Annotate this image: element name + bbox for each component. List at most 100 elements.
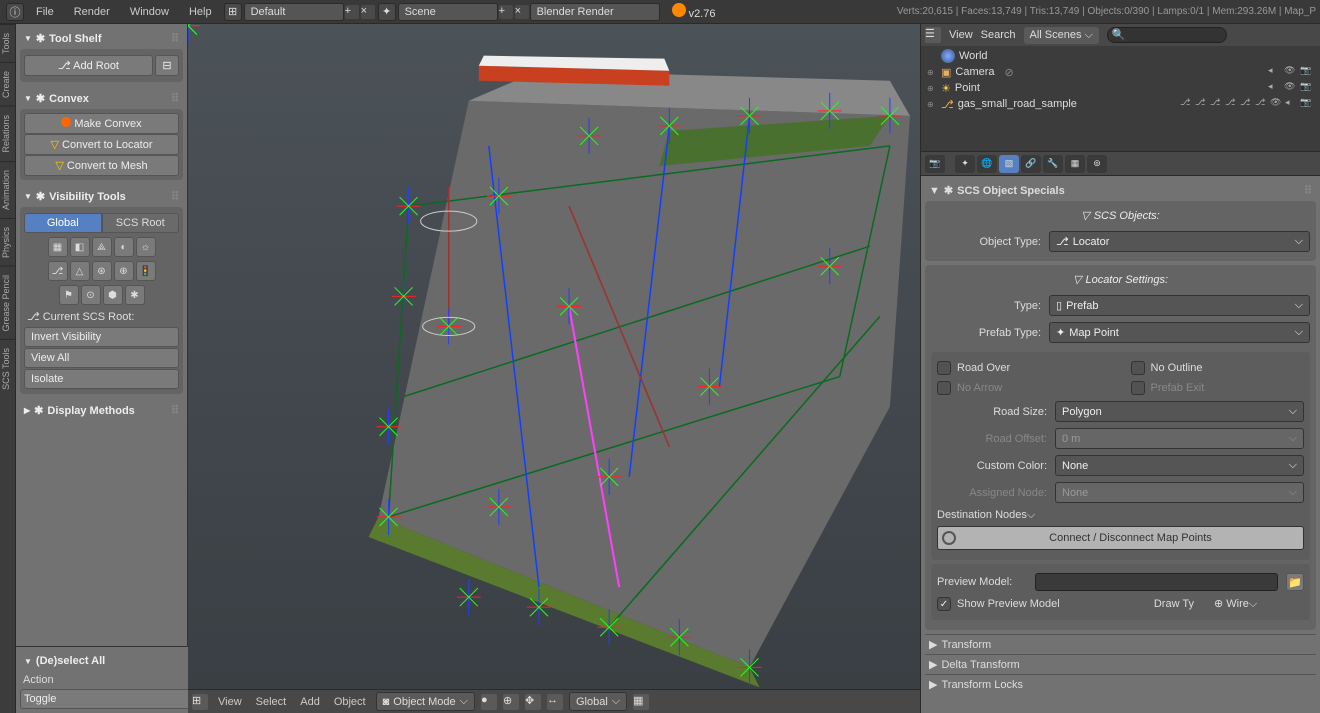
vis-icon-2[interactable]: ◧ (70, 237, 90, 257)
tool-shelf-header[interactable]: ▼✱ Tool Shelf⠿ (20, 28, 183, 49)
outliner-scope-dropdown[interactable]: All Scenes ⌵ (1024, 27, 1099, 44)
manip-icon[interactable]: ✥ (525, 694, 541, 710)
menu-help[interactable]: Help (179, 6, 222, 18)
layout-add[interactable]: + (345, 5, 359, 19)
deselect-header[interactable]: ▼(De)select All (20, 651, 200, 671)
convex-header[interactable]: ▼✱ Convex⠿ (20, 88, 183, 109)
show-preview-checkbox[interactable]: Show Preview Model (937, 597, 1134, 611)
restrict-render-icon[interactable]: 📷 (1300, 81, 1314, 95)
scene-add[interactable]: + (499, 5, 513, 19)
mode-dropdown[interactable]: ◙ Object Mode ⌵ (376, 692, 475, 711)
vtab-create[interactable]: Create (0, 62, 15, 106)
restrict-select-icon[interactable]: ◂ (1285, 97, 1299, 111)
draw-type-dropdown[interactable]: ⊕ Wire⌵ (1214, 597, 1304, 611)
editor-type-icon[interactable]: ⊞ (192, 694, 208, 710)
vis-icon-7[interactable]: △ (70, 261, 90, 281)
vf-object[interactable]: Object (330, 696, 370, 708)
vis-icon-13[interactable]: ⬢ (103, 285, 123, 305)
vis-icon-12[interactable]: ⊙ (81, 285, 101, 305)
delta-transform-section[interactable]: ▶Delta Transform (925, 654, 1316, 674)
layers-icon[interactable]: ▦ (633, 694, 649, 710)
vf-add[interactable]: Add (296, 696, 324, 708)
transform-locks-section[interactable]: ▶Transform Locks (925, 674, 1316, 694)
vis-icon-3[interactable]: ⟁ (92, 237, 112, 257)
ptab-object[interactable]: ▧ (999, 155, 1019, 173)
vtab-tools[interactable]: Tools (0, 24, 15, 62)
restrict-view-icon[interactable]: 👁 (1284, 65, 1298, 79)
tree-gas-sample[interactable]: ⊕⎇gas_small_road_sample⎇⎇⎇⎇⎇⎇👁◂📷 (925, 96, 1316, 112)
vf-view[interactable]: View (214, 696, 246, 708)
vis-global-toggle[interactable]: Global (24, 213, 102, 233)
shading-icon[interactable]: ● (481, 694, 497, 710)
ptab-constraints[interactable]: 🔗 (1021, 155, 1041, 173)
menu-window[interactable]: Window (120, 6, 179, 18)
add-root-button[interactable]: ⎇ Add Root (24, 55, 153, 76)
scs-objects-subheader[interactable]: ▽SCS Objects: (931, 207, 1310, 224)
outliner-view[interactable]: View (949, 29, 973, 41)
restrict-select-icon[interactable]: ◂ (1268, 65, 1282, 79)
vis-scsroot-toggle[interactable]: SCS Root (102, 213, 180, 233)
info-icon[interactable]: ⓘ (6, 3, 24, 21)
no-outline-checkbox[interactable]: No Outline (1131, 361, 1305, 375)
menu-file[interactable]: File (26, 6, 64, 18)
visibility-header[interactable]: ▼✱ Visibility Tools⠿ (20, 186, 183, 207)
scene-del[interactable]: × (515, 5, 529, 19)
road-size-dropdown[interactable]: Polygon⌵ (1055, 401, 1304, 422)
outliner-search-input[interactable]: 🔍 (1107, 27, 1227, 43)
vis-icon-11[interactable]: ⚑ (59, 285, 79, 305)
scs-object-specials-header[interactable]: ▼✱ SCS Object Specials⠿ (925, 180, 1316, 201)
isolate-button[interactable]: Isolate (24, 369, 179, 389)
ptab-world[interactable]: 🌐 (977, 155, 997, 173)
convert-to-mesh-button[interactable]: ▽ Convert to Mesh (24, 155, 179, 176)
prefab-type-dropdown[interactable]: ✦ Map Point⌵ (1049, 322, 1310, 343)
preview-model-input[interactable] (1035, 573, 1278, 591)
vtab-grease-pencil[interactable]: Grease Pencil (0, 266, 15, 340)
manip-t-icon[interactable]: ↔ (547, 694, 563, 710)
road-over-checkbox[interactable]: Road Over (937, 361, 1111, 375)
vtab-animation[interactable]: Animation (0, 161, 15, 218)
ptab-data[interactable]: ▦ (1065, 155, 1085, 173)
transform-section[interactable]: ▶Transform (925, 634, 1316, 654)
vis-icon-9[interactable]: ⊕ (114, 261, 134, 281)
invert-visibility-button[interactable]: Invert Visibility (24, 327, 179, 347)
ptab-render[interactable]: 📷 (925, 155, 945, 173)
restrict-render-icon[interactable]: 📷 (1300, 97, 1314, 111)
3d-viewport[interactable] (188, 24, 920, 689)
display-methods-header[interactable]: ▶✱ Display Methods⠿ (20, 400, 183, 421)
vtab-relations[interactable]: Relations (0, 106, 15, 161)
ptab-physics[interactable]: ⊚ (1087, 155, 1107, 173)
layout-icon[interactable]: ⊞ (224, 3, 242, 21)
orientation-dropdown[interactable]: Global ⌵ (569, 692, 627, 711)
restrict-render-icon[interactable]: 📷 (1300, 65, 1314, 79)
tree-world[interactable]: World (925, 48, 1316, 64)
pivot-icon[interactable]: ⊕ (503, 694, 519, 710)
vis-icon-4[interactable]: ◐ (114, 237, 134, 257)
ptab-scene[interactable]: ✦ (955, 155, 975, 173)
menu-render[interactable]: Render (64, 6, 120, 18)
layout-dropdown[interactable]: Default (244, 3, 344, 21)
vis-icon-1[interactable]: ▦ (48, 237, 68, 257)
restrict-view-icon[interactable]: 👁 (1270, 97, 1284, 111)
view-all-button[interactable]: View All (24, 348, 179, 368)
vis-icon-14[interactable]: ✱ (125, 285, 145, 305)
toggle-action-dropdown[interactable]: Toggle ⌵ (20, 689, 200, 709)
layout-del[interactable]: × (361, 5, 375, 19)
connect-map-points-button[interactable]: Connect / Disconnect Map Points (937, 526, 1304, 550)
vis-icon-5[interactable]: ☼ (136, 237, 156, 257)
vis-icon-10[interactable]: 🚦 (136, 261, 156, 281)
custom-color-dropdown[interactable]: None⌵ (1055, 455, 1304, 476)
vf-select[interactable]: Select (252, 696, 291, 708)
vis-icon-6[interactable]: ⎇ (48, 261, 68, 281)
scene-icon[interactable]: ✦ (378, 3, 396, 21)
add-root-icon-button[interactable]: ⊟ (155, 55, 179, 76)
convert-to-locator-button[interactable]: ▽ Convert to Locator (24, 134, 179, 155)
render-engine-dropdown[interactable]: Blender Render (530, 3, 660, 21)
object-type-dropdown[interactable]: ⎇ Locator⌵ (1049, 231, 1310, 252)
vtab-scs-tools[interactable]: SCS Tools (0, 339, 15, 398)
preview-model-browse-button[interactable]: 📁 (1286, 573, 1304, 591)
locator-settings-subheader[interactable]: ▽Locator Settings: (931, 271, 1310, 288)
vis-icon-8[interactable]: ⊛ (92, 261, 112, 281)
ptab-modifiers[interactable]: 🔧 (1043, 155, 1063, 173)
restrict-select-icon[interactable]: ◂ (1268, 81, 1282, 95)
scene-dropdown[interactable]: Scene (398, 3, 498, 21)
